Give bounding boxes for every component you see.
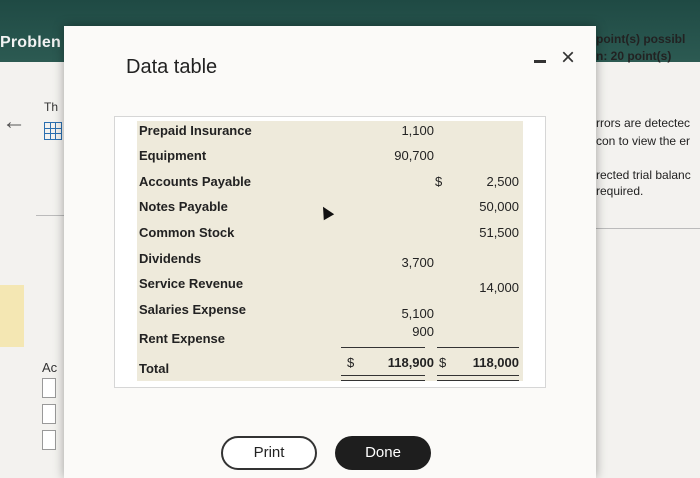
credit-subtotal-line	[437, 347, 519, 348]
table-row-total: Total $ 118,900 $ 118,000	[115, 355, 545, 385]
debit-total-value: 118,900	[387, 355, 434, 370]
credit-value: 2,500	[486, 174, 519, 189]
account-name: Dividends	[139, 251, 202, 266]
table-row: Salaries Expense 5,100	[115, 302, 545, 326]
credit-value: 51,500	[479, 225, 519, 240]
left-divider	[36, 215, 66, 216]
required-text: required.	[596, 184, 644, 198]
account-name: Service Revenue	[139, 276, 244, 291]
close-icon[interactable]: ×	[561, 46, 575, 70]
credit-total-value: 118,000	[472, 355, 519, 370]
done-button[interactable]: Done	[335, 436, 431, 470]
table-row: Accounts Payable $ 2,500	[115, 174, 545, 198]
credit-value: 14,000	[479, 280, 519, 295]
points-possible-text: point(s) possibl	[596, 32, 686, 46]
table-row: Service Revenue 14,000	[115, 276, 545, 300]
answer-box[interactable]	[42, 430, 56, 450]
answer-box[interactable]	[42, 378, 56, 398]
print-button[interactable]: Print	[221, 436, 317, 470]
debit-subtotal-line	[341, 347, 425, 348]
left-th-label: Th	[44, 100, 59, 114]
credit-value: 50,000	[479, 199, 519, 214]
points-scored-text: n: 20 point(s)	[596, 49, 672, 63]
answer-box[interactable]	[42, 404, 56, 424]
table-row: Prepaid Insurance 1,100	[115, 123, 545, 147]
errors-detected-text: rrors are detectec	[596, 116, 691, 130]
data-table: Prepaid Insurance 1,100 Equipment 90,700…	[114, 116, 546, 388]
right-divider	[596, 228, 700, 229]
total-label: Total	[139, 361, 170, 376]
account-name: Common Stock	[139, 225, 235, 240]
credit-double-underline	[437, 375, 519, 381]
debit-value: 5,100	[401, 306, 434, 321]
account-name: Equipment	[139, 148, 207, 163]
dialog-title: Data table	[126, 56, 218, 78]
table-row: Common Stock 51,500	[115, 225, 545, 249]
view-errors-text: con to view the er	[596, 134, 691, 148]
debit-value: 1,100	[401, 123, 434, 138]
account-name: Accounts Payable	[139, 174, 251, 189]
account-name: Rent Expense	[139, 331, 225, 346]
table-grid-icon[interactable]	[44, 122, 62, 140]
debit-double-underline	[341, 375, 425, 381]
debit-value: 3,700	[401, 255, 434, 270]
left-ac-label: Ac	[42, 360, 58, 375]
debit-value: 90,700	[394, 148, 434, 163]
account-name: Salaries Expense	[139, 302, 246, 317]
back-arrow-icon[interactable]: ←	[2, 108, 26, 136]
minimize-icon[interactable]	[534, 60, 546, 63]
account-name: Prepaid Insurance	[139, 123, 252, 138]
table-row: Dividends 3,700	[115, 251, 545, 275]
data-table-dialog: Data table × Prepaid Insurance 1,100 Equ…	[64, 26, 596, 478]
table-row: Rent Expense 900	[115, 324, 545, 355]
left-highlight-strip	[0, 285, 24, 347]
problem-label: Problen	[0, 34, 61, 51]
account-name: Notes Payable	[139, 199, 228, 214]
table-row: Equipment 90,700	[115, 148, 545, 172]
debit-value: 900	[412, 324, 434, 339]
trial-balance-text: rected trial balanc	[596, 168, 691, 182]
